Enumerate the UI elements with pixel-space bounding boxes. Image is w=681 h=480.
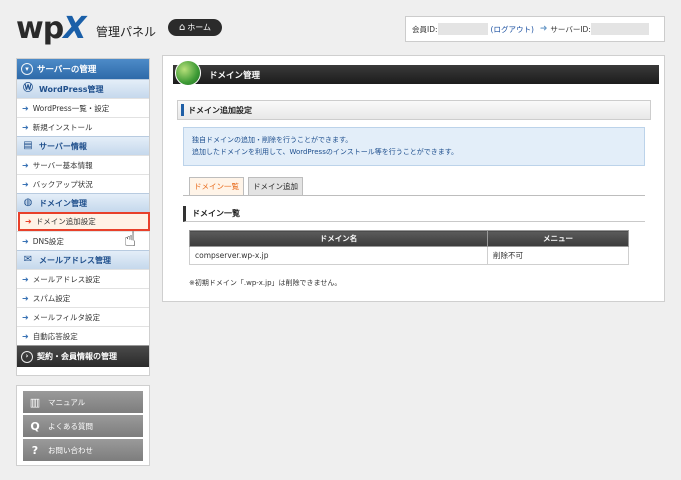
sidebar-item-label: バックアップ状況 <box>32 179 93 189</box>
arrow-right-icon: ➜ <box>22 293 29 303</box>
sidebar-server-management[interactable]: ▾ サーバーの管理 <box>17 59 149 79</box>
arrow-right-icon: ➜ <box>22 122 29 132</box>
hand-pointer-icon: ☝ <box>124 227 137 251</box>
menu-cell: 削除不可 <box>487 246 629 265</box>
domain-name-cell: compserver.wp-x.jp <box>189 246 488 265</box>
mail-icon: ✉ <box>23 254 33 265</box>
server-id-value-masked <box>590 23 649 35</box>
member-id-value-masked <box>437 23 488 35</box>
sidebar-item-label: スパム設定 <box>32 293 71 303</box>
tab-label: ドメイン一覧 <box>194 182 239 191</box>
contact-label: お問い合わせ <box>48 445 93 455</box>
faq-label: よくある質問 <box>48 421 93 431</box>
logo-wp: wp <box>16 11 64 46</box>
question-icon: ? <box>31 443 39 457</box>
section-title: ドメイン一覧 <box>183 206 645 222</box>
column-header-menu: メニュー <box>487 230 629 247</box>
sidebar-top-label: サーバーの管理 <box>37 65 97 75</box>
sidebar-section-wordpress: Ⓦ WordPress管理 <box>17 79 149 98</box>
logo-subtitle: 管理パネル <box>96 25 157 39</box>
sidebar-item-label: メールアドレス設定 <box>32 274 101 284</box>
q-icon: Q <box>30 419 40 433</box>
globe-icon: ◍ <box>23 197 33 208</box>
sidebar-item-auto-reply[interactable]: ➜ 自動応答設定 <box>17 326 149 345</box>
sidebar-item-spam[interactable]: ➜ スパム設定 <box>17 288 149 307</box>
sub-header: ドメイン追加設定 <box>177 100 651 120</box>
table-header-row: ドメイン名 メニュー <box>189 230 629 247</box>
arrow-right-icon: ➜ <box>539 24 548 34</box>
section-title-text: ドメイン一覧 <box>192 209 240 218</box>
sidebar-nav: ▾ サーバーの管理 Ⓦ WordPress管理 ➜ WordPress一覧・設定… <box>16 58 150 376</box>
contact-button[interactable]: ? お問い合わせ <box>23 439 143 461</box>
sidebar-item-mail-address[interactable]: ➜ メールアドレス設定 <box>17 269 149 288</box>
info-line-2: 追加したドメインを利用して、WordPressのインストール等を行うことができま… <box>192 148 459 156</box>
sidebar-section-domain: ◍ ドメイン管理 <box>17 193 149 212</box>
tab-domain-list[interactable]: ドメイン一覧 <box>189 177 244 195</box>
sidebar-item-label: 自動応答設定 <box>32 331 78 341</box>
domain-table: ドメイン名 メニュー compserver.wp-x.jp 削除不可 <box>189 230 629 265</box>
tab-divider <box>183 195 645 196</box>
sidebar-section-title: WordPress管理 <box>39 84 104 94</box>
sub-header-title: ドメイン追加設定 <box>188 105 252 115</box>
faq-button[interactable]: Q よくある質問 <box>23 415 143 437</box>
sidebar-section-title: メールアドレス管理 <box>39 255 111 265</box>
circle-arrow-right-icon: › <box>21 350 33 363</box>
member-id-label: 会員ID: <box>412 24 438 34</box>
info-message: 独自ドメインの追加・削除を行うことができます。 追加したドメインを利用して、Wo… <box>183 127 645 166</box>
manual-button[interactable]: ▥ マニュアル <box>23 391 143 413</box>
logout-link[interactable]: (ログアウト) <box>491 24 534 35</box>
main-panel: ドメイン管理 ドメイン追加設定 独自ドメインの追加・削除を行うことができます。 … <box>162 55 665 302</box>
sidebar-item-label: サーバー基本情報 <box>32 160 93 170</box>
sidebar-item-server-basic[interactable]: ➜ サーバー基本情報 <box>17 155 149 174</box>
sidebar-contract-management[interactable]: › 契約・会員情報の管理 <box>17 345 149 367</box>
globe-icon <box>175 60 201 86</box>
arrow-right-icon: ➜ <box>22 179 29 189</box>
info-line-1: 独自ドメインの追加・削除を行うことができます。 <box>192 136 353 144</box>
column-header-domain: ドメイン名 <box>189 230 488 247</box>
sidebar-section-title: サーバー情報 <box>39 141 87 151</box>
book-icon: ▥ <box>29 395 41 409</box>
arrow-right-icon: ➜ <box>22 312 29 322</box>
server-id-label: サーバーID: <box>550 24 591 34</box>
sidebar-item-label: DNS設定 <box>32 236 64 246</box>
wordpress-icon: Ⓦ <box>23 83 33 94</box>
note-text: ※初期ドメイン「.wp-x.jp」は削除できません。 <box>189 279 342 287</box>
home-button-label: ホーム <box>187 22 212 32</box>
arrow-right-icon: ➜ <box>22 236 29 246</box>
sidebar-item-label: メールフィルタ設定 <box>32 312 101 322</box>
main-header-title: ドメイン管理 <box>209 70 261 81</box>
sidebar-section-server-info: ▤ サーバー情報 <box>17 136 149 155</box>
home-icon: ⌂ <box>178 21 186 33</box>
sidebar-item-mail-filter[interactable]: ➜ メールフィルタ設定 <box>17 307 149 326</box>
arrow-right-icon: ➜ <box>25 217 32 226</box>
sidebar-bottom-label: 契約・会員情報の管理 <box>37 352 117 361</box>
help-panel: ▥ マニュアル Q よくある質問 ? お問い合わせ <box>16 385 150 466</box>
sidebar-item-label: 新規インストール <box>32 122 93 132</box>
wpx-logo[interactable]: wpX <box>16 11 86 46</box>
member-info-box: 会員ID: (ログアウト) ➜ サーバーID: <box>405 16 665 42</box>
tab-label: ドメイン追加 <box>253 182 298 191</box>
sidebar-item-label: WordPress一覧・設定 <box>32 103 110 113</box>
server-icon: ▤ <box>23 140 33 151</box>
arrow-right-icon: ➜ <box>22 160 29 170</box>
table-row: compserver.wp-x.jp 削除不可 <box>189 246 629 265</box>
sidebar-item-backup[interactable]: ➜ バックアップ状況 <box>17 174 149 193</box>
arrow-right-icon: ➜ <box>22 103 29 113</box>
home-button[interactable]: ⌂ ホーム <box>168 19 222 36</box>
sidebar-item-label: ドメイン追加設定 <box>35 217 96 226</box>
circle-arrow-down-icon: ▾ <box>21 63 33 75</box>
logo-x: X <box>63 11 86 46</box>
sidebar-item-wordpress-list[interactable]: ➜ WordPress一覧・設定 <box>17 98 149 117</box>
arrow-right-icon: ➜ <box>22 274 29 284</box>
sidebar-item-new-install[interactable]: ➜ 新規インストール <box>17 117 149 136</box>
sidebar-section-mail: ✉ メールアドレス管理 <box>17 250 149 269</box>
main-header: ドメイン管理 <box>173 65 659 84</box>
tab-domain-add[interactable]: ドメイン追加 <box>248 177 303 195</box>
manual-label: マニュアル <box>48 397 86 407</box>
sidebar-section-title: ドメイン管理 <box>39 198 87 208</box>
arrow-right-icon: ➜ <box>22 331 29 341</box>
